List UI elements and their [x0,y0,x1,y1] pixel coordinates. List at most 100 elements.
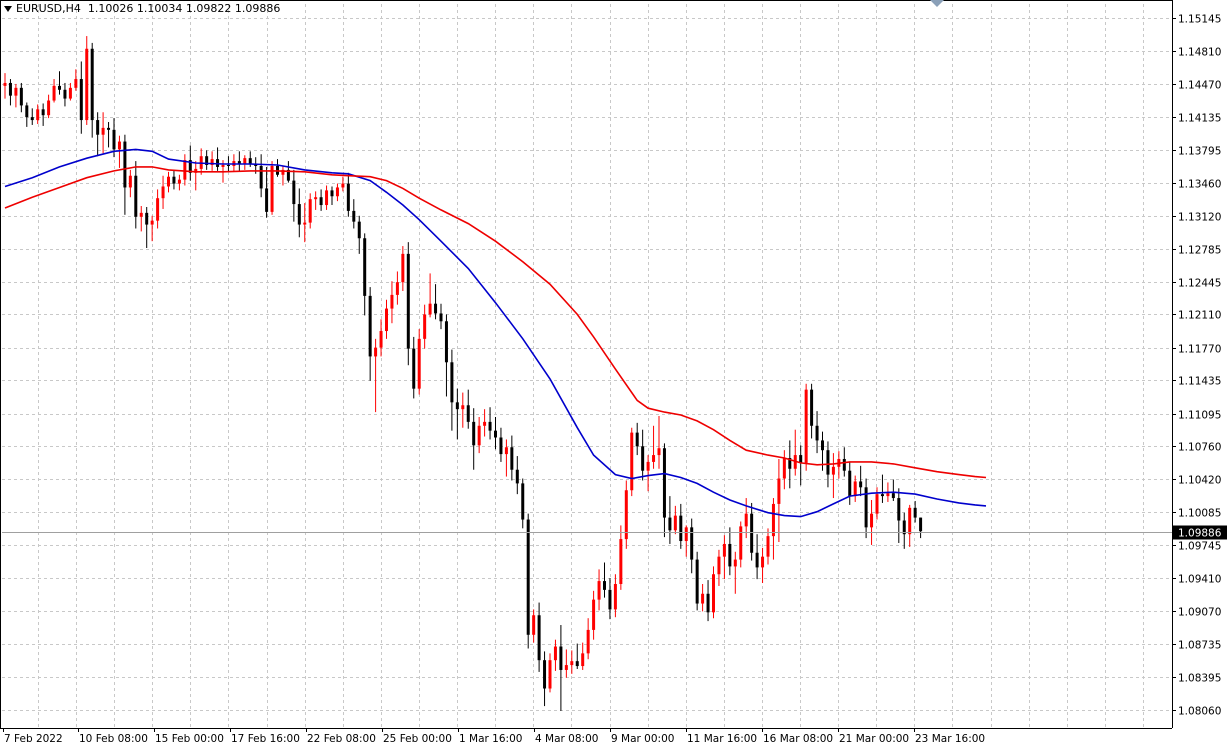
candle-body [646,461,650,471]
candle-body [526,519,530,635]
candle-body [613,584,617,610]
candle-body [308,199,312,223]
candle-body [390,294,394,309]
symbol-info: EURUSD,H4 1.10026 1.10034 1.09822 1.0988… [4,2,280,15]
x-tick-label: 10 Feb 08:00 [79,733,148,745]
y-tick-label: 1.08395 [1178,673,1221,685]
candle-body [831,466,835,475]
candle-body [532,615,536,635]
candle-body [167,176,170,187]
candle-body [461,405,465,410]
candle-body [385,308,388,332]
candle-body [728,543,732,567]
y-tick-label: 1.15145 [1178,14,1221,26]
candle-body [581,653,585,667]
x-tick-label: 25 Feb 00:00 [383,733,452,745]
candle-body [112,129,116,150]
candle-body [161,186,165,199]
candle-body [19,87,23,106]
chart-area[interactable]: 1.15145 1.14810 1.14470 1.14135 1.13795 1.134… [0,0,1227,746]
candle-body [297,204,301,225]
candle-body [314,197,318,200]
candle-body [346,183,350,211]
candle-body [586,629,590,654]
candle-body [630,432,634,491]
candle-body [412,348,416,389]
candle-body [766,536,770,557]
candle-body [58,85,61,90]
candle-body [221,164,225,167]
candle-body [521,483,525,520]
candle-body [543,660,547,689]
candle-body [455,402,459,410]
candle-body [570,661,574,666]
y-tick-label: 1.14470 [1178,80,1221,92]
candle-body [472,421,476,446]
candle-body [870,513,874,528]
candle-body [434,303,438,314]
candle-body [401,253,405,283]
candle-body [123,141,127,188]
scroll-marker-icon[interactable] [930,0,944,7]
x-tick-label: 16 Mar 08:00 [763,733,833,745]
candle-body [553,646,557,661]
y-tick-label: 1.12110 [1178,310,1221,322]
candle-body [450,362,454,403]
candle-body [36,109,40,121]
candle-body [494,430,497,438]
candle-body [52,85,56,101]
x-tick-label: 4 Mar 08:00 [535,733,598,745]
y-tick-label: 1.11435 [1178,376,1221,388]
y-tick-label: 1.11095 [1178,410,1221,422]
y-tick-label: 1.11770 [1178,344,1221,356]
candle-body [859,481,863,488]
candle-body [74,79,78,88]
candle-body [804,389,808,463]
x-tick-label: 15 Feb 00:00 [155,733,224,745]
candle-body [379,331,383,348]
candle-body [821,440,824,451]
candle-body [641,446,645,471]
candle-body [564,665,568,670]
candle-body [335,187,339,197]
candle-body [739,526,743,560]
candle-body [608,589,612,610]
y-tick-label: 1.14810 [1178,47,1221,59]
candle-body [243,158,247,165]
candle-body [177,179,181,184]
candle-body [701,593,705,604]
candle-body [90,48,94,121]
x-tick-label: 17 Feb 16:00 [231,733,300,745]
x-tick-label: 1 Mar 16:00 [459,733,522,745]
y-tick-label: 1.14135 [1178,113,1221,125]
candle-body [248,158,252,165]
candle-body [139,212,143,217]
candle-body [117,141,121,150]
y-tick-label: 1.09745 [1178,541,1221,553]
y-tick-label: 1.10085 [1178,508,1221,520]
candle-body [341,183,345,188]
candle-body [515,469,519,484]
candle-body [668,517,672,531]
candle-body [799,455,803,463]
candle-body [156,198,160,221]
chart-svg[interactable]: 1.15145 1.14810 1.14470 1.14135 1.13795 1.134… [0,0,1227,746]
y-tick-label: 1.09070 [1178,607,1221,619]
candle-body [483,421,487,426]
symbol-label: EURUSD,H4 [16,2,81,15]
triangle-down-icon[interactable] [4,6,12,12]
candle-body [3,82,7,86]
candle-body [96,120,100,135]
candle-body [423,314,427,339]
candle-body [134,175,138,217]
candle-body [259,165,263,189]
candle-body [325,190,329,206]
candle-body [444,321,448,363]
candle-body [101,127,105,135]
y-tick-label: 1.13460 [1178,179,1221,191]
candle-body [319,197,323,206]
candle-body [8,82,12,96]
candle-body [886,493,890,497]
current-price-label: 1.09886 [1178,528,1222,540]
candle-body [303,222,307,225]
